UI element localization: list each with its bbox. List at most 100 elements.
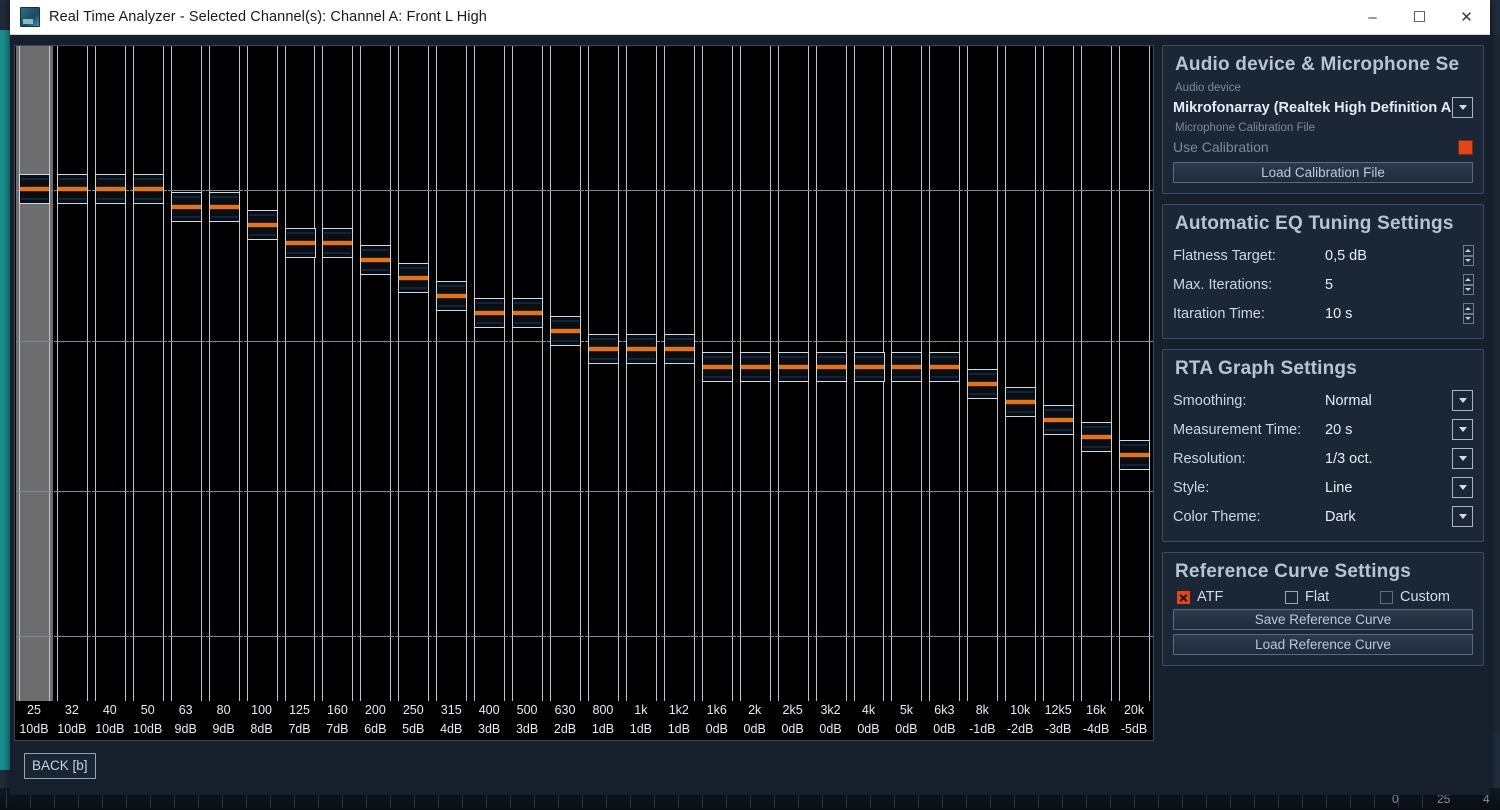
band-column-32[interactable] — [53, 46, 91, 701]
eq-slider-handle-50[interactable] — [132, 174, 164, 204]
custom-checkbox-icon[interactable] — [1380, 590, 1393, 604]
band-column-200[interactable] — [357, 46, 395, 701]
band-column-12k5[interactable] — [1040, 46, 1078, 701]
band-column-1k2[interactable] — [660, 46, 698, 701]
band-column-800[interactable] — [585, 46, 622, 701]
band-column-630[interactable] — [547, 46, 584, 701]
stepper-up-icon[interactable] — [1462, 245, 1474, 256]
band-column-500[interactable] — [509, 46, 547, 701]
flatness-target-stepper[interactable] — [1462, 245, 1474, 266]
band-column-250[interactable] — [395, 46, 433, 701]
band-column-315[interactable] — [433, 46, 471, 701]
band-column-400[interactable] — [471, 46, 509, 701]
option-flat[interactable]: Flat — [1285, 589, 1380, 605]
load-reference-curve-button[interactable]: Load Reference Curve — [1173, 634, 1473, 655]
eq-slider-handle-630[interactable] — [550, 316, 582, 346]
eq-slider-handle-100[interactable] — [246, 210, 278, 240]
use-calibration-indicator[interactable] — [1458, 139, 1473, 155]
axis-frequency: 12k5 — [1044, 703, 1072, 717]
band-tick — [774, 491, 812, 493]
iteration-time-stepper[interactable] — [1462, 303, 1474, 324]
eq-slider-handle-2k5[interactable] — [777, 352, 809, 382]
minimize-button[interactable]: – — [1349, 0, 1396, 34]
eq-slider-handle-20k[interactable] — [1119, 440, 1151, 470]
eq-slider-handle-5k[interactable] — [891, 352, 923, 382]
eq-slider-handle-1k2[interactable] — [663, 334, 695, 364]
microphone-calibration-file-label: Microphone Calibration File — [1175, 122, 1315, 134]
eq-slider-handle-500[interactable] — [512, 298, 544, 328]
measurement-time-chevron-down-icon[interactable] — [1452, 419, 1473, 440]
eq-slider-handle-40[interactable] — [94, 174, 126, 204]
band-column-160[interactable] — [319, 46, 357, 701]
axis-gain: -1dB — [969, 722, 996, 736]
rta-graph[interactable]: 25 10dB 32 10dB 40 10dB 50 10dB 63 9dB 80 9dB 100 8dB… — [14, 45, 1154, 741]
band-column-125[interactable] — [281, 46, 319, 701]
maximize-button[interactable]: ☐ — [1396, 0, 1443, 34]
eq-slider-handle-16k[interactable] — [1081, 422, 1113, 452]
band-column-20k[interactable] — [1116, 46, 1153, 701]
style-chevron-down-icon[interactable] — [1452, 477, 1473, 498]
eq-slider-handle-12k5[interactable] — [1043, 405, 1075, 435]
band-column-2k[interactable] — [736, 46, 774, 701]
option-atf[interactable]: ATF — [1177, 589, 1285, 605]
band-column-3k2[interactable] — [812, 46, 850, 701]
band-column-1k6[interactable] — [698, 46, 736, 701]
app-icon — [20, 7, 40, 27]
eq-slider-handle-200[interactable] — [360, 245, 392, 275]
band-column-5k[interactable] — [888, 46, 926, 701]
resolution-chevron-down-icon[interactable] — [1452, 448, 1473, 469]
band-column-4k[interactable] — [850, 46, 888, 701]
use-calibration-row[interactable]: Use Calibration — [1173, 136, 1473, 158]
band-column-50[interactable] — [129, 46, 167, 701]
eq-slider-handle-8k[interactable] — [967, 369, 999, 399]
option-custom[interactable]: Custom — [1380, 589, 1450, 605]
eq-slider-handle-10k[interactable] — [1005, 387, 1037, 417]
smoothing-chevron-down-icon[interactable] — [1452, 390, 1473, 411]
axis-frequency: 63 — [178, 703, 193, 717]
band-column-6k3[interactable] — [926, 46, 964, 701]
stepper-down-icon[interactable] — [1462, 255, 1474, 266]
band-column-8k[interactable] — [964, 46, 1002, 701]
stepper-down-icon[interactable] — [1462, 313, 1474, 324]
eq-slider-handle-315[interactable] — [436, 281, 468, 311]
eq-slider-handle-1k[interactable] — [625, 334, 657, 364]
eq-slider-handle-25[interactable] — [19, 174, 50, 204]
eq-slider-handle-160[interactable] — [322, 228, 354, 258]
color-theme-chevron-down-icon[interactable] — [1452, 506, 1473, 527]
eq-slider-handle-125[interactable] — [284, 228, 316, 258]
band-column-10k[interactable] — [1002, 46, 1040, 701]
band-column-100[interactable] — [243, 46, 281, 701]
stepper-up-icon[interactable] — [1462, 274, 1474, 285]
save-reference-curve-button[interactable]: Save Reference Curve — [1173, 609, 1473, 630]
eq-slider-handle-3k2[interactable] — [815, 352, 847, 382]
band-column-16k[interactable] — [1078, 46, 1116, 701]
band-column-80[interactable] — [205, 46, 243, 701]
band-column-2k5[interactable] — [774, 46, 812, 701]
eq-slider-handle-400[interactable] — [474, 298, 506, 328]
band-column-40[interactable] — [91, 46, 129, 701]
eq-slider-handle-80[interactable] — [208, 192, 240, 222]
band-column-25[interactable] — [16, 46, 53, 701]
band-column-63[interactable] — [167, 46, 205, 701]
eq-slider-handle-250[interactable] — [398, 263, 430, 293]
flat-checkbox-icon[interactable] — [1285, 590, 1298, 604]
max-iterations-stepper[interactable] — [1462, 274, 1474, 295]
audio-device-dropdown[interactable]: Mikrofonarray (Realtek High Definition A… — [1173, 96, 1473, 119]
load-calibration-file-button[interactable]: Load Calibration File — [1173, 162, 1473, 183]
eq-slider-handle-800[interactable] — [588, 334, 619, 364]
eq-slider-handle-4k[interactable] — [853, 352, 885, 382]
stepper-up-icon[interactable] — [1462, 303, 1474, 314]
eq-slider-handle-63[interactable] — [170, 192, 202, 222]
rta-plot-area[interactable] — [15, 46, 1153, 701]
eq-slider-handle-1k6[interactable] — [701, 352, 733, 382]
atf-checkbox-icon[interactable] — [1177, 590, 1190, 604]
eq-slider-handle-6k3[interactable] — [929, 352, 961, 382]
stepper-down-icon[interactable] — [1462, 284, 1474, 295]
axis-label-800: 800 1dB — [584, 701, 622, 739]
eq-slider-handle-32[interactable] — [56, 174, 88, 204]
back-button[interactable]: BACK [b] — [24, 753, 96, 779]
eq-slider-handle-2k[interactable] — [739, 352, 771, 382]
chevron-down-icon[interactable] — [1452, 97, 1473, 118]
band-column-1k[interactable] — [622, 46, 660, 701]
close-button[interactable]: ✕ — [1443, 0, 1490, 34]
